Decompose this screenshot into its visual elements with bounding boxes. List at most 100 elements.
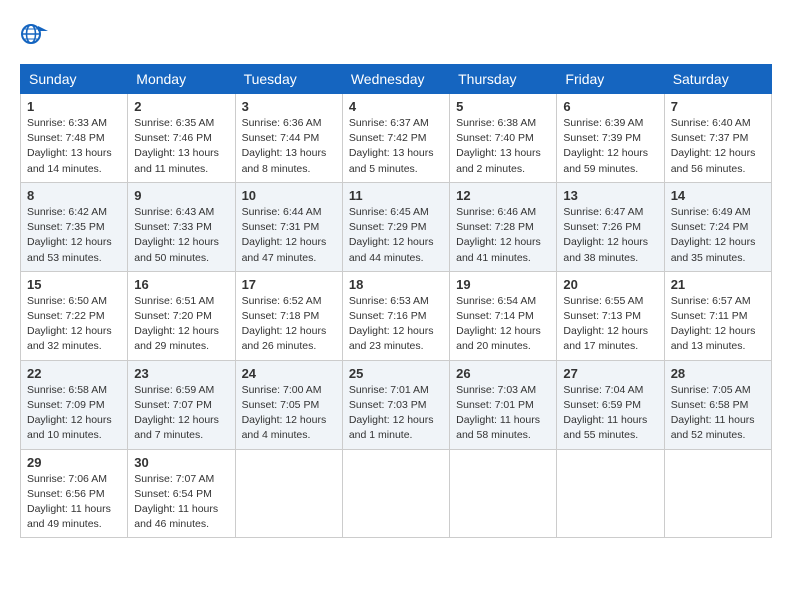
day-info: Sunrise: 6:38 AMSunset: 7:40 PMDaylight:… [456, 116, 550, 177]
day-info: Sunrise: 6:33 AMSunset: 7:48 PMDaylight:… [27, 116, 121, 177]
calendar-week-row: 8Sunrise: 6:42 AMSunset: 7:35 PMDaylight… [21, 182, 772, 271]
calendar-cell [557, 449, 664, 538]
day-info: Sunrise: 7:07 AMSunset: 6:54 PMDaylight:… [134, 472, 228, 533]
day-number: 5 [456, 99, 550, 114]
calendar-week-row: 22 Sunrise: 6:58 AMSunset: 7:09 PMDayligh… [21, 360, 772, 449]
calendar-cell: 20Sunrise: 6:55 AMSunset: 7:13 PMDayligh… [557, 271, 664, 360]
calendar-cell [450, 449, 557, 538]
calendar-cell: 27Sunrise: 7:04 AMSunset: 6:59 PMDayligh… [557, 360, 664, 449]
day-number: 27 [563, 366, 657, 381]
day-number: 24 [242, 366, 336, 381]
calendar-cell: 10 Sunrise: 6:44 AMSunset: 7:31 PMDayligh… [235, 182, 342, 271]
day-number: 19 [456, 277, 550, 292]
day-info: Sunrise: 6:45 AMSunset: 7:29 PMDaylight:… [349, 205, 443, 266]
day-info: Sunrise: 7:03 AMSunset: 7:01 PMDaylight:… [456, 383, 550, 444]
weekday-header: Saturday [664, 65, 771, 94]
calendar-cell: 5 Sunrise: 6:38 AMSunset: 7:40 PMDaylight… [450, 94, 557, 183]
day-number: 23 [134, 366, 228, 381]
calendar-cell: 29 Sunrise: 7:06 AMSunset: 6:56 PMDayligh… [21, 449, 128, 538]
calendar-table: SundayMondayTuesdayWednesdayThursdayFrid… [20, 64, 772, 538]
calendar-week-row: 15Sunrise: 6:50 AMSunset: 7:22 PMDayligh… [21, 271, 772, 360]
day-info: Sunrise: 6:51 AMSunset: 7:20 PMDaylight:… [134, 294, 228, 355]
day-number: 2 [134, 99, 228, 114]
calendar-cell: 3 Sunrise: 6:36 AMSunset: 7:44 PMDaylight… [235, 94, 342, 183]
day-number: 6 [563, 99, 657, 114]
day-info: Sunrise: 6:46 AMSunset: 7:28 PMDaylight:… [456, 205, 550, 266]
calendar-cell: 19 Sunrise: 6:54 AMSunset: 7:14 PMDayligh… [450, 271, 557, 360]
calendar-cell: 1 Sunrise: 6:33 AMSunset: 7:48 PMDaylight… [21, 94, 128, 183]
calendar-cell: 8Sunrise: 6:42 AMSunset: 7:35 PMDaylight… [21, 182, 128, 271]
day-number: 10 [242, 188, 336, 203]
calendar-cell: 16 Sunrise: 6:51 AMSunset: 7:20 PMDayligh… [128, 271, 235, 360]
calendar-cell: 14 Sunrise: 6:49 AMSunset: 7:24 PMDayligh… [664, 182, 771, 271]
day-info: Sunrise: 6:53 AMSunset: 7:16 PMDaylight:… [349, 294, 443, 355]
calendar-cell: 6 Sunrise: 6:39 AMSunset: 7:39 PMDaylight… [557, 94, 664, 183]
day-number: 11 [349, 188, 443, 203]
calendar-cell: 12 Sunrise: 6:46 AMSunset: 7:28 PMDayligh… [450, 182, 557, 271]
day-number: 28 [671, 366, 765, 381]
day-number: 30 [134, 455, 228, 470]
day-info: Sunrise: 7:06 AMSunset: 6:56 PMDaylight:… [27, 472, 121, 533]
day-number: 1 [27, 99, 121, 114]
day-info: Sunrise: 6:58 AMSunset: 7:09 PMDaylight:… [27, 383, 121, 444]
day-info: Sunrise: 6:54 AMSunset: 7:14 PMDaylight:… [456, 294, 550, 355]
day-number: 21 [671, 277, 765, 292]
day-info: Sunrise: 7:05 AMSunset: 6:58 PMDaylight:… [671, 383, 765, 444]
day-info: Sunrise: 6:35 AMSunset: 7:46 PMDaylight:… [134, 116, 228, 177]
day-number: 3 [242, 99, 336, 114]
calendar-cell: 2 Sunrise: 6:35 AMSunset: 7:46 PMDaylight… [128, 94, 235, 183]
calendar-cell: 26 Sunrise: 7:03 AMSunset: 7:01 PMDayligh… [450, 360, 557, 449]
day-number: 7 [671, 99, 765, 114]
calendar-cell: 9Sunrise: 6:43 AMSunset: 7:33 PMDaylight… [128, 182, 235, 271]
calendar-cell: 17Sunrise: 6:52 AMSunset: 7:18 PMDayligh… [235, 271, 342, 360]
weekday-header: Friday [557, 65, 664, 94]
day-number: 17 [242, 277, 336, 292]
day-number: 13 [563, 188, 657, 203]
day-number: 20 [563, 277, 657, 292]
day-info: Sunrise: 7:01 AMSunset: 7:03 PMDaylight:… [349, 383, 443, 444]
day-info: Sunrise: 7:00 AMSunset: 7:05 PMDaylight:… [242, 383, 336, 444]
day-info: Sunrise: 6:36 AMSunset: 7:44 PMDaylight:… [242, 116, 336, 177]
day-number: 16 [134, 277, 228, 292]
calendar-cell: 22 Sunrise: 6:58 AMSunset: 7:09 PMDayligh… [21, 360, 128, 449]
day-number: 8 [27, 188, 121, 203]
calendar-cell: 24 Sunrise: 7:00 AMSunset: 7:05 PMDayligh… [235, 360, 342, 449]
calendar-cell: 23 Sunrise: 6:59 AMSunset: 7:07 PMDayligh… [128, 360, 235, 449]
weekday-header: Tuesday [235, 65, 342, 94]
calendar-cell: 4Sunrise: 6:37 AMSunset: 7:42 PMDaylight… [342, 94, 449, 183]
day-number: 14 [671, 188, 765, 203]
calendar-week-row: 1 Sunrise: 6:33 AMSunset: 7:48 PMDaylight… [21, 94, 772, 183]
day-info: Sunrise: 6:39 AMSunset: 7:39 PMDaylight:… [563, 116, 657, 177]
weekday-header: Monday [128, 65, 235, 94]
calendar-cell: 28 Sunrise: 7:05 AMSunset: 6:58 PMDayligh… [664, 360, 771, 449]
day-number: 26 [456, 366, 550, 381]
day-number: 22 [27, 366, 121, 381]
day-number: 12 [456, 188, 550, 203]
day-info: Sunrise: 6:49 AMSunset: 7:24 PMDaylight:… [671, 205, 765, 266]
day-number: 4 [349, 99, 443, 114]
logo-icon [20, 20, 48, 48]
calendar-cell [664, 449, 771, 538]
weekday-header: Wednesday [342, 65, 449, 94]
calendar-cell: 13 Sunrise: 6:47 AMSunset: 7:26 PMDayligh… [557, 182, 664, 271]
day-info: Sunrise: 6:40 AMSunset: 7:37 PMDaylight:… [671, 116, 765, 177]
day-info: Sunrise: 6:44 AMSunset: 7:31 PMDaylight:… [242, 205, 336, 266]
day-info: Sunrise: 6:47 AMSunset: 7:26 PMDaylight:… [563, 205, 657, 266]
calendar-week-row: 29 Sunrise: 7:06 AMSunset: 6:56 PMDayligh… [21, 449, 772, 538]
day-number: 15 [27, 277, 121, 292]
day-info: Sunrise: 6:43 AMSunset: 7:33 PMDaylight:… [134, 205, 228, 266]
day-number: 18 [349, 277, 443, 292]
day-info: Sunrise: 6:59 AMSunset: 7:07 PMDaylight:… [134, 383, 228, 444]
calendar-cell: 11 Sunrise: 6:45 AMSunset: 7:29 PMDayligh… [342, 182, 449, 271]
calendar-cell: 25 Sunrise: 7:01 AMSunset: 7:03 PMDayligh… [342, 360, 449, 449]
calendar-cell [342, 449, 449, 538]
day-number: 25 [349, 366, 443, 381]
calendar-cell [235, 449, 342, 538]
header [20, 20, 772, 48]
calendar-cell: 18 Sunrise: 6:53 AMSunset: 7:16 PMDayligh… [342, 271, 449, 360]
logo [20, 20, 52, 48]
calendar-cell: 15Sunrise: 6:50 AMSunset: 7:22 PMDayligh… [21, 271, 128, 360]
weekday-header: Thursday [450, 65, 557, 94]
calendar-cell: 7 Sunrise: 6:40 AMSunset: 7:37 PMDaylight… [664, 94, 771, 183]
day-number: 29 [27, 455, 121, 470]
